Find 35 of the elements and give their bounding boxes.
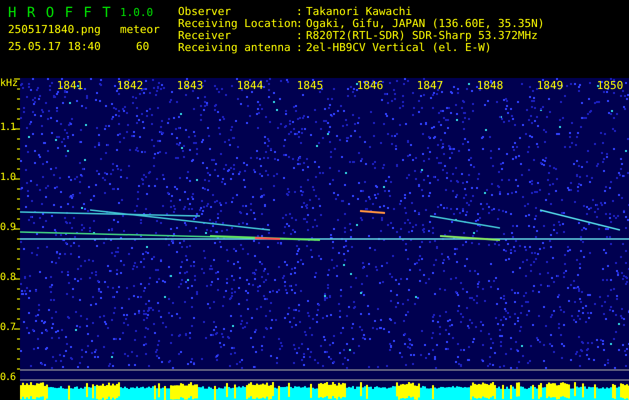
info-value: 2el-HB9CV Vertical (el. E-W) [306,42,492,54]
info-label: Receiver [178,30,231,42]
frequency-label: 0.6 [0,372,16,383]
unit-label: kHz [0,78,18,89]
frequency-label: 0.9 [0,222,16,233]
date-time: 25.05.17 18:40 [8,40,102,53]
time-label: 1847 [416,79,444,92]
info-label: Observer [178,6,232,18]
frequency-label: 0.8 [0,272,16,283]
colon-separator: : [296,30,304,42]
time-label: 1841 [56,79,84,92]
colon-separator: : [296,18,304,30]
colon-separator: : [296,42,304,54]
time-label: 1843 [176,79,204,92]
mode-label: meteor [120,23,161,36]
frequency-label: 1.1 [0,122,16,133]
info-value: Ogaki, Gifu, JAPAN (136.60E, 35.35N) [306,18,544,30]
app-version: 1.0.0 [120,6,154,19]
time-label: 1844 [236,79,264,92]
time-label: 1848 [476,79,504,92]
time-label: 1849 [536,79,564,92]
frequency-label: 0.7 [0,322,16,333]
colon-separator: : [296,6,304,18]
file-name: 2505171840.png [8,23,102,36]
time-label: 1846 [356,79,384,92]
time-label: 1850 [596,79,624,92]
info-label: Receiving antenna [178,42,292,54]
info-value: R820T2(RTL-SDR) SDR-Sharp 53.372MHz [306,30,539,42]
time-label: 1842 [116,79,144,92]
app-name: H R O F F T [8,4,113,20]
info-value: Takanori Kawachi [306,6,413,18]
time-label: 1845 [296,79,324,92]
meteor-count: 60 [135,40,150,53]
info-label: Receiving Location [178,18,296,30]
frequency-label: 1.0 [0,172,16,183]
